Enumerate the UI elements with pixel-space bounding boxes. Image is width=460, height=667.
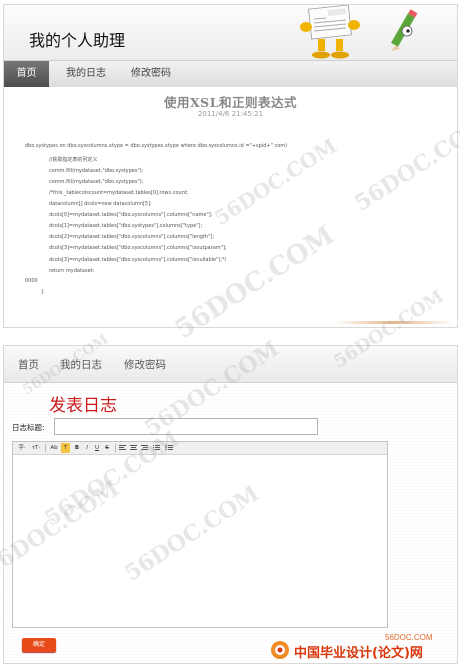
code-line: dcols[0]=mydataset.tables["dbo.syscolumn… [49,212,213,218]
toolbar-separator [115,444,116,452]
code-line: 0000 [25,278,38,284]
site-logo-icon [271,641,289,659]
article-date: 2011/4/6 21:45:21 [197,110,264,118]
font-family-button[interactable]: 字· [16,443,28,453]
code-line: comm.fill(mydataset,"dbo.systypes"); [49,179,144,185]
main-nav: 首页 我的日志 修改密码 [4,346,457,383]
nav-my-log[interactable]: 我的日志 [56,61,116,87]
editor-toolbar: 字· тT· Ab T B I U S [13,442,387,455]
log-title-label: 日志标题: [12,423,45,432]
highlight-button[interactable]: T [61,443,70,453]
toolbar-separator [45,444,46,452]
strikethrough-button[interactable]: S [103,443,111,453]
header-banner: 我的个人助理 [4,5,457,60]
page-title: 发表日志 [49,396,117,416]
font-size-button[interactable]: тT· [30,443,42,453]
nav-change-password[interactable]: 修改密码 [124,346,166,382]
code-line: } [41,289,45,295]
footer-accent-bar [334,321,454,324]
italic-button[interactable]: I [83,443,91,453]
alignment-and-list-icon[interactable] [119,444,179,452]
app-title: 我的个人助理 [29,31,126,50]
footer-brand-text: 中国毕业设计(论文)网 [294,646,423,661]
nav-my-log[interactable]: 我的日志 [60,346,102,382]
code-line: /*this._tablecolscount=mydataset.tables[… [49,190,189,196]
assistant-homepage-screenshot: 我的个人助理 首页 我的日志 修改密码 使用XSL和正则表达式 2011/4/6… [3,4,458,328]
text-color-button[interactable]: Ab [49,443,59,453]
post-log-screenshot: 首页 我的日志 修改密码 发表日志 日志标题: 字· тT· Ab T B I … [3,345,458,664]
bold-button[interactable]: B [73,443,81,453]
article-panel: 使用XSL和正则表达式 2011/4/6 21:45:21 dbo.systyp… [4,87,457,327]
code-line: return mydataset; [49,268,95,274]
code-line: dbo.systypes on dbo.syscolumns.xtype = d… [25,143,288,149]
footer-site-url: 56DOC.COM [385,633,433,642]
main-nav: 首页 我的日志 修改密码 [4,60,457,88]
log-title-input[interactable] [54,418,318,435]
article-title: 使用XSL和正则表达式 [163,95,297,110]
newspaper-mascot-icon [300,5,360,59]
rich-text-editor[interactable]: 字· тT· Ab T B I U S [12,441,388,628]
code-line: dcols[1]=mydataset.tables["dbo.systypes"… [49,223,203,229]
code-line: dcols[2]=mydataset.tables["dbo.syscolumn… [49,234,215,240]
underline-button[interactable]: U [93,443,101,453]
submit-button[interactable]: 确定 [22,638,56,652]
code-line: dcols[3]=mydataset.tables["dbo.syscolumn… [49,245,227,251]
pencil-mascot-icon [391,9,418,51]
code-line: comm.fill(mydataset,"dbo.systypes"); [49,168,144,174]
post-form: 发表日志 日志标题: 字· тT· Ab T B I U S 确定 [4,383,457,663]
nav-home[interactable]: 首页 [4,61,49,87]
nav-change-password[interactable]: 修改密码 [121,61,181,87]
code-line: //获取指定表的列定义 [49,157,98,163]
code-line: dcols[3]=mydataset.tables["dbo.syscolumn… [49,257,227,263]
code-line: datacolumn[] dcols=new datacolumn[5]; [49,201,152,207]
nav-home[interactable]: 首页 [18,346,39,382]
